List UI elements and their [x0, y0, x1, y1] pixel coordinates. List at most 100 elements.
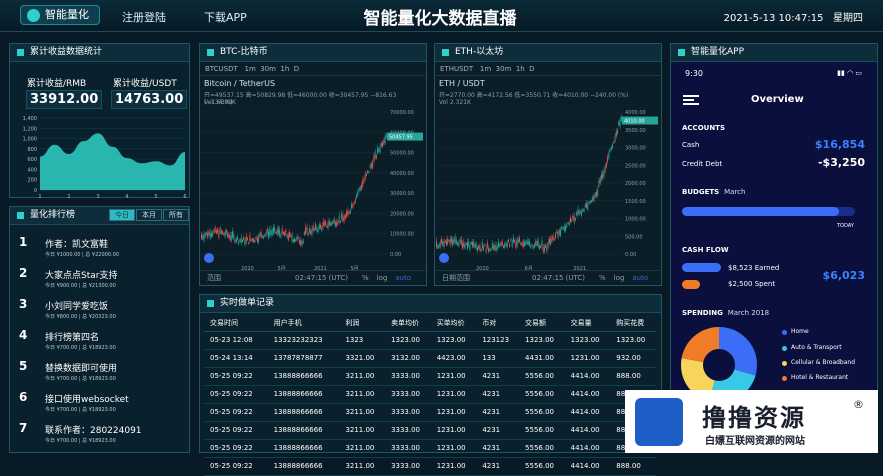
candle-body: [467, 242, 468, 249]
candle-body: [346, 211, 348, 217]
candle-body: [444, 240, 446, 243]
candle-body: [486, 242, 488, 248]
btc-candle-chart[interactable]: 70000.0060000.0050000.0040000.0030000.00…: [201, 104, 427, 274]
candle-body: [448, 239, 450, 242]
candle-body: [243, 237, 245, 240]
candle-body: [342, 215, 344, 222]
candle-body: [265, 232, 267, 237]
table-cell: 1231.00: [564, 349, 611, 368]
tab-all[interactable]: 所有: [163, 209, 189, 221]
rank-amounts: 今日 ¥900.00 | 总 ¥21300.00: [45, 283, 116, 289]
candle-body: [292, 239, 294, 243]
legend-hotel: Hotel & Restaurant: [791, 374, 849, 381]
candle-body: [233, 233, 235, 239]
candle-body: [296, 236, 298, 241]
candle-body: [547, 242, 549, 248]
btc-log[interactable]: log: [377, 274, 388, 282]
btc-interval-1m[interactable]: 1m: [244, 65, 255, 73]
btc-interval-30m[interactable]: 30m: [260, 65, 276, 73]
eth-auto[interactable]: auto: [632, 274, 648, 282]
column-header: 交易额: [519, 315, 565, 332]
candle-body: [277, 228, 279, 234]
btc-pct[interactable]: %: [362, 274, 369, 282]
rank-name: 排行榜第四名: [45, 333, 100, 343]
btc-symbol[interactable]: BTCUSDT: [205, 65, 238, 73]
earnings-title-text: 累计收益数据统计: [30, 47, 103, 57]
table-cell: 3211.00: [339, 385, 386, 404]
eth-symbol[interactable]: ETHUSDT: [440, 65, 473, 73]
candle-body: [555, 234, 556, 238]
eth-log[interactable]: log: [614, 274, 625, 282]
table-cell: 3211.00: [339, 367, 386, 386]
y-tick-label: 1,200: [23, 126, 37, 132]
candle-body: [364, 174, 366, 179]
table-cell: 3211.00: [339, 457, 386, 476]
candle-body: [286, 235, 288, 238]
btc-interval-1h[interactable]: 1h: [280, 65, 289, 73]
candle-body: [245, 236, 247, 243]
nav-register-login[interactable]: 注册登陆: [122, 9, 166, 25]
eth-interval-1m[interactable]: 1m: [480, 65, 491, 73]
candle-body: [316, 227, 318, 232]
rank-amounts: 今日 ¥700.00 | 总 ¥18923.00: [45, 345, 116, 351]
btc-interval-d[interactable]: D: [294, 65, 299, 73]
nav-download-app[interactable]: 下载APP: [204, 9, 247, 25]
table-cell: 3333.00: [385, 439, 431, 458]
legend-auto: Auto & Transport: [791, 344, 842, 351]
tab-today[interactable]: 今日: [109, 209, 135, 221]
candle-body: [453, 239, 455, 244]
datetime: 2021-5-13 10:47:15: [723, 13, 824, 24]
eth-range[interactable]: 日期范围: [442, 274, 470, 282]
eth-interval-30m[interactable]: 30m: [496, 65, 512, 73]
candle-body: [360, 184, 362, 190]
candle-body: [481, 242, 483, 248]
candle-body: [298, 240, 300, 244]
brand-button[interactable]: 智能量化: [20, 5, 100, 25]
candle-body: [272, 227, 274, 234]
legend-home: Home: [791, 328, 809, 335]
btc-range[interactable]: 范围: [207, 274, 221, 282]
eth-candle-chart[interactable]: 4000.00 3500.00 3000.00 2500.00 2000.00 1500.…: [436, 104, 662, 274]
candle-body: [598, 180, 600, 187]
menu-icon[interactable]: [683, 95, 699, 105]
candle-body: [579, 211, 581, 214]
eth-ohlc: 开=2770.00 高=4172.56 低=3550.71 收=4010.00 …: [439, 92, 629, 99]
legend-dot-home: [782, 330, 787, 335]
trades-title-text: 实时做单记录: [220, 298, 275, 308]
btc-auto[interactable]: auto: [395, 274, 411, 282]
candle-body: [201, 234, 202, 239]
eth-pct[interactable]: %: [599, 274, 606, 282]
candle-body: [608, 152, 610, 159]
candle-body: [202, 235, 204, 240]
cashflow-value: $6,023: [822, 269, 865, 282]
candle-body: [532, 246, 534, 249]
earnings-title: 累计收益数据统计: [10, 44, 189, 62]
eth-pair: ETH / USDT: [439, 79, 485, 88]
price-tick: 4000.00: [625, 110, 646, 116]
table-cell: 13888866666: [267, 403, 340, 422]
candle-body: [354, 199, 356, 203]
candle-body: [285, 230, 287, 235]
candle-body: [610, 147, 612, 150]
earned-label: $8,523 Earned: [728, 264, 780, 272]
column-header: 交易量: [564, 315, 611, 332]
candle-body: [332, 220, 334, 224]
candle-body: [558, 230, 560, 235]
candle-body: [261, 235, 263, 238]
table-cell: 4231: [476, 457, 520, 476]
table-cell: 1323: [339, 331, 386, 350]
candle-body: [229, 234, 231, 241]
eth-interval-d[interactable]: D: [529, 65, 534, 73]
table-cell: 3333.00: [385, 457, 431, 476]
candle-body: [613, 141, 615, 144]
tab-month[interactable]: 本月: [136, 209, 162, 221]
candle-body: [301, 241, 303, 246]
table-cell: 3333.00: [385, 403, 431, 422]
price-tag-label: 4010.00: [624, 119, 645, 125]
eth-interval-1h[interactable]: 1h: [516, 65, 525, 73]
candle-body: [239, 239, 241, 242]
column-header: 利润: [339, 315, 386, 332]
table-row: 05-25 09:22 13888866666 3211.00 3333.00 1231…: [204, 403, 656, 422]
candle-body: [270, 229, 272, 236]
candle-body: [244, 240, 246, 246]
